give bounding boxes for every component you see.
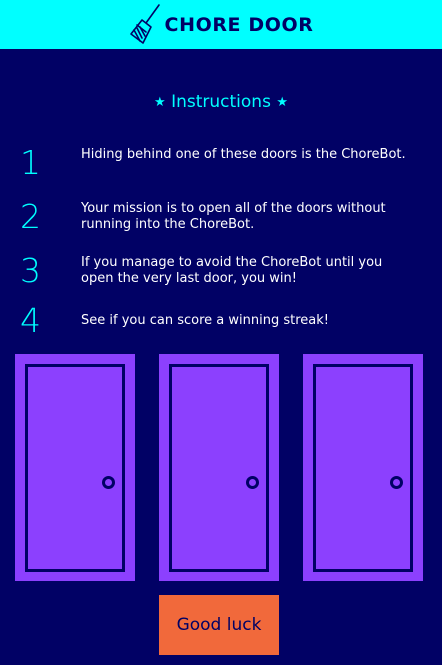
instructions-title: Instructions [171,92,271,112]
door-2[interactable] [159,354,279,581]
step-text: Hiding behind one of these doors is the … [81,147,406,162]
step-number: 3 [20,251,41,290]
door-panel[interactable] [313,364,413,572]
star-icon: ★ [276,95,288,110]
header-bar: CHORE DOOR [0,0,442,49]
step-text: See if you can score a winning streak! [81,313,329,328]
instructions-heading: ★ Instructions ★ [0,92,442,112]
step-number: 4 [20,301,41,340]
door-panel[interactable] [169,364,269,572]
step-number: 1 [20,143,41,182]
door-panel[interactable] [25,364,125,572]
app-title: CHORE DOOR [164,13,314,36]
door-knob-icon [102,476,115,489]
step-text: Your mission is to open all of the doors… [81,201,386,232]
step-text: If you manage to avoid the ChoreBot unti… [81,255,383,286]
door-1[interactable] [15,354,135,581]
door-3[interactable] [303,354,423,581]
star-icon: ★ [154,95,166,110]
broom-icon [129,3,160,44]
door-knob-icon [390,476,403,489]
good-luck-button[interactable]: Good luck [159,595,279,655]
step-number: 2 [20,197,41,236]
door-knob-icon [246,476,259,489]
